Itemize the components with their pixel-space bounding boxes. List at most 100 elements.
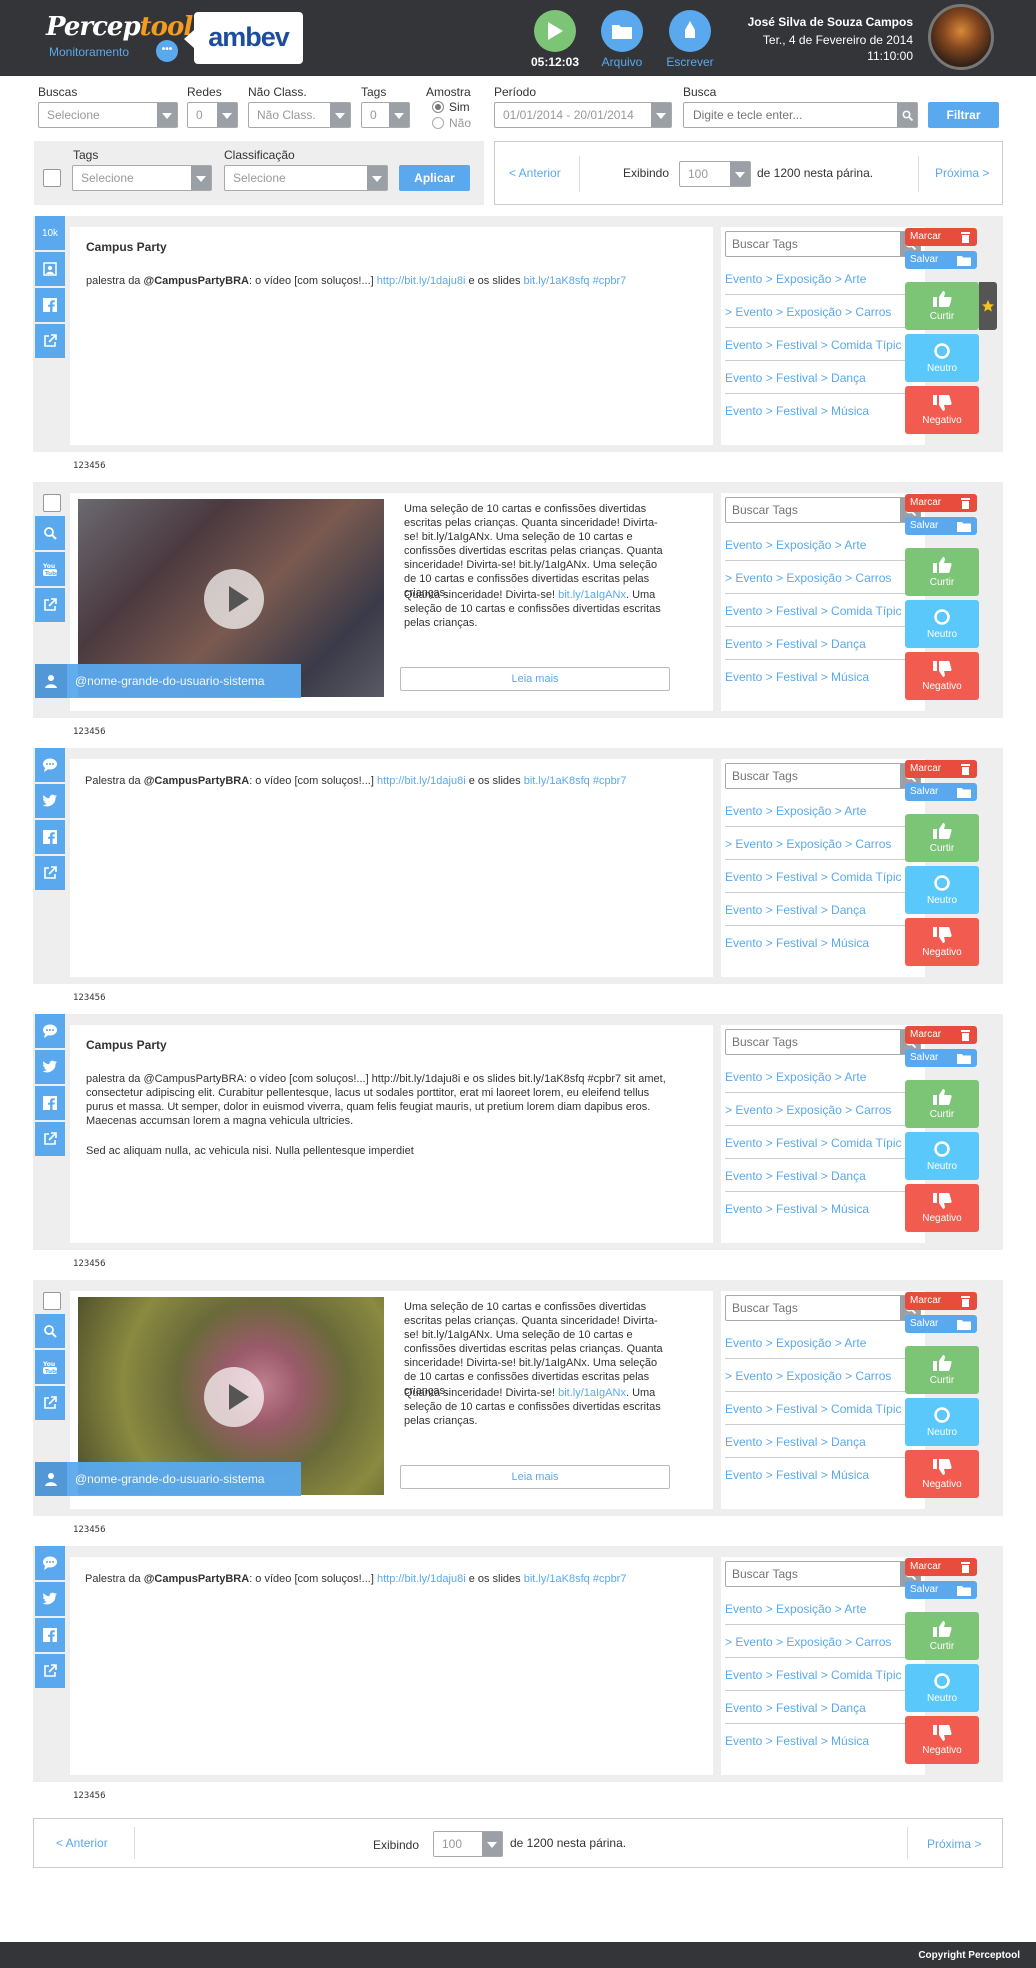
tag-link[interactable]: Evento > Festival > Música (725, 1202, 869, 1216)
aplicar-button[interactable]: Aplicar (399, 165, 470, 191)
neutral-button[interactable]: Neutro (905, 600, 979, 648)
leia-mais-button[interactable]: Leia mais (400, 1465, 670, 1489)
tag-search-input[interactable] (726, 1562, 896, 1586)
salvar-button[interactable]: Salvar (905, 783, 977, 801)
tag-link[interactable]: Evento > Festival > Música (725, 670, 869, 684)
like-button[interactable]: Curtir (905, 1346, 979, 1394)
marcar-button[interactable]: Marcar (905, 1026, 977, 1044)
pager-next-link[interactable]: Próxima > (935, 166, 989, 180)
play-icon[interactable] (204, 1367, 264, 1427)
pager-next-link[interactable]: Próxima > (927, 1837, 981, 1851)
tag-link[interactable]: Evento > Festival > Comida Típic (725, 1668, 902, 1682)
external-icon[interactable] (35, 588, 65, 622)
neutral-button[interactable]: Neutro (905, 1398, 979, 1446)
post-link[interactable]: bit.ly/1aK8sfq #cpbr7 (524, 1573, 627, 1585)
post-link[interactable]: http://bit.ly/1daju8i (377, 275, 466, 287)
post-link[interactable]: bit.ly/1aIgANx (558, 1387, 626, 1399)
like-button[interactable]: Curtir (905, 282, 979, 330)
tag-link[interactable]: Evento > Festival > Música (725, 1734, 869, 1748)
external-icon[interactable] (35, 324, 65, 358)
salvar-button[interactable]: Salvar (905, 251, 977, 269)
post-link[interactable]: http://bit.ly/1daju8i (377, 1573, 466, 1585)
comment-icon[interactable] (35, 1014, 65, 1048)
marcar-button[interactable]: Marcar (905, 760, 977, 778)
more-options-button[interactable]: ••• (156, 40, 178, 62)
tag-link[interactable]: > Evento > Exposição > Carros (725, 1103, 891, 1117)
classificacao-select[interactable]: Selecione (224, 165, 388, 191)
tag-link[interactable]: Evento > Exposição > Arte (725, 538, 866, 552)
post-link[interactable]: http://bit.ly/1daju8i (377, 775, 466, 787)
neutral-button[interactable]: Neutro (905, 1664, 979, 1712)
twitter-icon[interactable] (35, 784, 65, 818)
naoclass-select[interactable]: Não Class. (248, 102, 351, 128)
tag-link[interactable]: Evento > Exposição > Arte (725, 272, 866, 286)
external-icon[interactable] (35, 1386, 65, 1420)
like-button[interactable]: Curtir (905, 814, 979, 862)
external-icon[interactable] (35, 856, 65, 890)
salvar-button[interactable]: Salvar (905, 517, 977, 535)
tag-search-input[interactable] (726, 232, 896, 256)
salvar-button[interactable]: Salvar (905, 1049, 977, 1067)
pager-previous-link[interactable]: < Anterior (509, 166, 561, 180)
leia-mais-button[interactable]: Leia mais (400, 667, 670, 691)
arquivo-button[interactable]: Arquivo (594, 10, 650, 69)
pager-per-page-select[interactable]: 100 (679, 161, 751, 187)
marcar-button[interactable]: Marcar (905, 494, 977, 512)
tag-link[interactable]: Evento > Festival > Dança (725, 371, 866, 385)
tags-filter-select[interactable]: 0 (361, 102, 410, 128)
dislike-button[interactable]: Negativo (905, 1716, 979, 1764)
facebook-icon[interactable] (35, 288, 65, 322)
tag-link[interactable]: Evento > Festival > Dança (725, 1701, 866, 1715)
marcar-button[interactable]: Marcar (905, 1292, 977, 1310)
star-icon[interactable] (979, 282, 997, 330)
pager-previous-link[interactable]: < Anterior (56, 1836, 108, 1850)
avatar[interactable] (928, 4, 994, 70)
client-logo[interactable]: ambev (184, 12, 303, 64)
salvar-button[interactable]: Salvar (905, 1581, 977, 1599)
tag-link[interactable]: Evento > Festival > Comida Típic (725, 870, 902, 884)
escrever-button[interactable]: Escrever (662, 10, 718, 69)
select-all-checkbox[interactable] (43, 169, 61, 187)
tag-search-input[interactable] (726, 1030, 896, 1054)
tag-link[interactable]: > Evento > Exposição > Carros (725, 571, 891, 585)
salvar-button[interactable]: Salvar (905, 1315, 977, 1333)
dislike-button[interactable]: Negativo (905, 386, 979, 434)
buscas-select[interactable]: Selecione (38, 102, 178, 128)
post-checkbox[interactable] (43, 1292, 61, 1310)
filtrar-button[interactable]: Filtrar (928, 102, 999, 128)
tag-search-input[interactable] (726, 498, 896, 522)
facebook-icon[interactable] (35, 1086, 65, 1120)
tag-link[interactable]: Evento > Festival > Comida Típic (725, 1136, 902, 1150)
tag-link[interactable]: > Evento > Exposição > Carros (725, 305, 891, 319)
post-link[interactable]: bit.ly/1aIgANx (558, 589, 626, 601)
tag-link[interactable]: > Evento > Exposição > Carros (725, 837, 891, 851)
search-icon[interactable] (35, 1314, 65, 1348)
dislike-button[interactable]: Negativo (905, 1450, 979, 1498)
tag-link[interactable]: Evento > Festival > Comida Típic (725, 1402, 902, 1416)
tag-link[interactable]: Evento > Festival > Música (725, 404, 869, 418)
periodo-select[interactable]: 01/01/2014 - 20/01/2014 (494, 102, 672, 128)
bulk-tags-select[interactable]: Selecione (72, 165, 212, 191)
play-icon[interactable] (204, 569, 264, 629)
youtube-icon[interactable]: You Tube (35, 1350, 65, 1384)
video-user-bar[interactable]: @nome-grande-do-usuario-sistema (35, 1462, 301, 1496)
facebook-icon[interactable] (35, 1618, 65, 1652)
tag-link[interactable]: Evento > Exposição > Arte (725, 1070, 866, 1084)
youtube-icon[interactable]: You Tube (35, 552, 65, 586)
comment-icon[interactable] (35, 1546, 65, 1580)
tag-link[interactable]: > Evento > Exposição > Carros (725, 1635, 891, 1649)
neutral-button[interactable]: Neutro (905, 866, 979, 914)
logo[interactable]: Perceptool (46, 12, 193, 42)
user-icon[interactable] (35, 252, 65, 286)
amostra-nao-radio[interactable] (432, 117, 444, 129)
amostra-sim-radio[interactable] (432, 101, 444, 113)
like-button[interactable]: Curtir (905, 548, 979, 596)
tag-link[interactable]: Evento > Festival > Dança (725, 1435, 866, 1449)
external-icon[interactable] (35, 1122, 65, 1156)
post-link[interactable]: bit.ly/1aK8sfq #cpbr7 (524, 775, 627, 787)
video-user-bar[interactable]: @nome-grande-do-usuario-sistema (35, 664, 301, 698)
busca-input[interactable] (684, 104, 894, 126)
tag-link[interactable]: Evento > Exposição > Arte (725, 1336, 866, 1350)
timer-play-button[interactable]: 05:12:03 (527, 10, 583, 69)
tag-link[interactable]: Evento > Festival > Dança (725, 903, 866, 917)
